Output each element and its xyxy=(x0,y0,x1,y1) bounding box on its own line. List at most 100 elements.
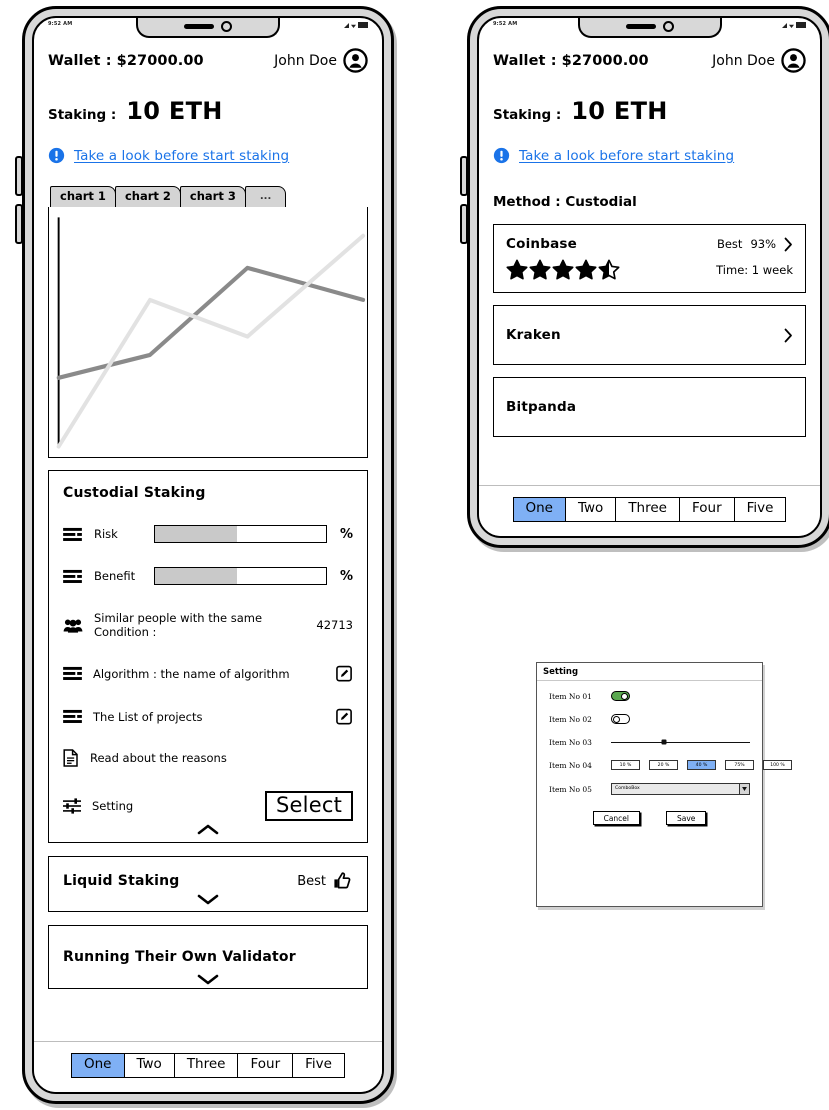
bottom-nav-segments[interactable]: One Two Three Four Five xyxy=(512,497,787,522)
chart-tab-more[interactable]: ... xyxy=(244,186,287,207)
signal-icon xyxy=(344,23,349,28)
notice-link[interactable]: Take a look before start staking xyxy=(74,148,289,164)
caret-down-icon[interactable] xyxy=(739,784,749,794)
chart-tab-3[interactable]: chart 3 xyxy=(179,186,246,207)
star-icon[interactable] xyxy=(552,259,574,281)
liquid-staking-card[interactable]: Liquid Staking Best xyxy=(48,856,368,913)
status-indicators xyxy=(782,22,806,28)
chevron-up-icon[interactable] xyxy=(197,823,219,836)
percent-button-100[interactable]: 100 % xyxy=(763,760,792,770)
notice-link[interactable]: Take a look before start staking xyxy=(519,148,734,164)
bottom-nav-bar-right: One Two Three Four Five xyxy=(479,485,820,536)
phone-volume-down-button[interactable] xyxy=(460,204,468,244)
provider-name: Bitpanda xyxy=(506,399,577,415)
setting-row-item-04: Item No 04 10 % 20 % 40 % 75% 100 % xyxy=(549,760,792,770)
percent-button-20[interactable]: 20 % xyxy=(649,760,678,770)
benefit-meter[interactable] xyxy=(154,567,327,585)
wallet-amount: $27000.00 xyxy=(116,52,204,69)
provider-name: Kraken xyxy=(506,327,561,343)
chart-tab-1[interactable]: chart 1 xyxy=(50,186,116,207)
phone-volume-up-button[interactable] xyxy=(460,156,468,196)
bottom-nav-item-one[interactable]: One xyxy=(513,498,566,521)
provider-best: Best 93% xyxy=(717,237,793,252)
bottom-nav-item-five[interactable]: Five xyxy=(735,498,786,521)
dialog-footer: Cancel Save xyxy=(537,805,762,835)
chevron-right-icon[interactable] xyxy=(784,237,793,252)
phone-screen-left: 9:52 AM Wallet : $27000.00 John Doe Stak… xyxy=(32,16,384,1094)
setting-row-item-01: Item No 01 xyxy=(549,691,750,701)
bottom-nav-item-three[interactable]: Three xyxy=(175,1054,239,1077)
setting-row-item-03: Item No 03 xyxy=(549,737,750,747)
own-validator-card[interactable]: Running Their Own Validator xyxy=(48,925,368,990)
star-icon[interactable] xyxy=(506,259,528,281)
percent-button-group[interactable]: 10 % 20 % 40 % 75% 100 % xyxy=(611,760,792,770)
user-circle-icon[interactable] xyxy=(343,48,368,73)
setting-dialog[interactable]: Setting Item No 01 Item No 02 Item No 03… xyxy=(536,662,792,907)
battery-icon xyxy=(796,22,806,28)
algorithm-row[interactable]: Algorithm : the name of algorithm xyxy=(63,665,353,682)
slider-knob[interactable] xyxy=(661,739,667,745)
bottom-nav-item-four[interactable]: Four xyxy=(680,498,735,521)
select-button[interactable]: Select xyxy=(265,791,353,822)
bottom-nav-segments[interactable]: One Two Three Four Five xyxy=(71,1053,345,1078)
star-icon[interactable] xyxy=(529,259,551,281)
setting-label: Item No 01 xyxy=(549,691,592,701)
staking-row: Staking : 10 ETH xyxy=(493,97,806,125)
provider-card-coinbase[interactable]: Coinbase Best 93% Time: 1 week xyxy=(493,224,806,293)
document-icon xyxy=(63,749,78,767)
edit-icon[interactable] xyxy=(336,665,353,682)
user-circle-icon[interactable] xyxy=(781,48,806,73)
similar-people-value: 42713 xyxy=(316,618,353,632)
percent-button-10[interactable]: 10 % xyxy=(611,760,640,770)
slider-item-03[interactable] xyxy=(611,737,750,747)
toggle-switch-item-01[interactable] xyxy=(611,691,630,701)
risk-percent-suffix: % xyxy=(339,526,353,542)
edit-icon[interactable] xyxy=(336,708,353,725)
project-list-row[interactable]: The List of projects xyxy=(63,708,353,725)
wallet-label: Wallet : xyxy=(48,52,112,69)
percent-button-75[interactable]: 75% xyxy=(725,760,754,770)
sliders-icon xyxy=(63,798,81,814)
project-list-label: The List of projects xyxy=(93,709,203,724)
provider-card-kraken[interactable]: Kraken xyxy=(493,305,806,365)
read-reasons-row[interactable]: Read about the reasons xyxy=(63,749,353,767)
setting-row[interactable]: Setting Select xyxy=(63,791,353,822)
phone-mockup-left: 9:52 AM Wallet : $27000.00 John Doe Stak… xyxy=(15,6,394,1104)
combobox-item-05[interactable]: ComboBox xyxy=(611,783,750,795)
speaker-icon xyxy=(625,23,656,29)
wifi-icon xyxy=(351,24,356,28)
provider-best-value: 93% xyxy=(750,237,776,251)
bottom-nav-item-two[interactable]: Two xyxy=(566,498,617,521)
phone-notch xyxy=(136,18,280,38)
star-icon[interactable] xyxy=(575,259,597,281)
provider-card-bitpanda[interactable]: Bitpanda xyxy=(493,377,806,437)
risk-meter[interactable] xyxy=(154,525,327,543)
liquid-staking-badge: Best xyxy=(297,871,353,891)
chevron-down-icon[interactable] xyxy=(197,894,219,906)
user-profile[interactable]: John Doe xyxy=(274,48,368,73)
bottom-nav-item-four[interactable]: Four xyxy=(238,1054,294,1077)
phone-volume-down-button[interactable] xyxy=(15,204,23,244)
provider-rating-stars[interactable] xyxy=(506,259,620,281)
star-icon[interactable] xyxy=(598,259,620,281)
phone-notch xyxy=(577,18,722,38)
chevron-right-icon[interactable] xyxy=(784,328,793,343)
cancel-button[interactable]: Cancel xyxy=(592,811,640,825)
notice-row[interactable]: Take a look before start staking xyxy=(48,147,368,164)
phone-volume-up-button[interactable] xyxy=(15,156,23,196)
chevron-down-icon[interactable] xyxy=(197,974,219,986)
save-button[interactable]: Save xyxy=(666,811,707,825)
toggle-switch-item-02[interactable] xyxy=(611,714,630,724)
bars-icon xyxy=(63,527,82,541)
bottom-nav-item-one[interactable]: One xyxy=(72,1054,125,1077)
bottom-nav-item-three[interactable]: Three xyxy=(616,498,680,521)
combobox-value: ComboBox xyxy=(615,786,640,791)
custodial-staking-card[interactable]: Custodial Staking Risk % Benefit % Simil… xyxy=(48,470,368,844)
bottom-nav-item-five[interactable]: Five xyxy=(293,1054,344,1077)
percent-button-40[interactable]: 40 % xyxy=(687,760,716,770)
similar-people-row: Similar people with the same Condition :… xyxy=(63,611,353,639)
chart-tab-2[interactable]: chart 2 xyxy=(114,186,181,207)
notice-row[interactable]: Take a look before start staking xyxy=(493,147,806,164)
user-profile[interactable]: John Doe xyxy=(712,48,806,73)
bottom-nav-item-two[interactable]: Two xyxy=(125,1054,175,1077)
